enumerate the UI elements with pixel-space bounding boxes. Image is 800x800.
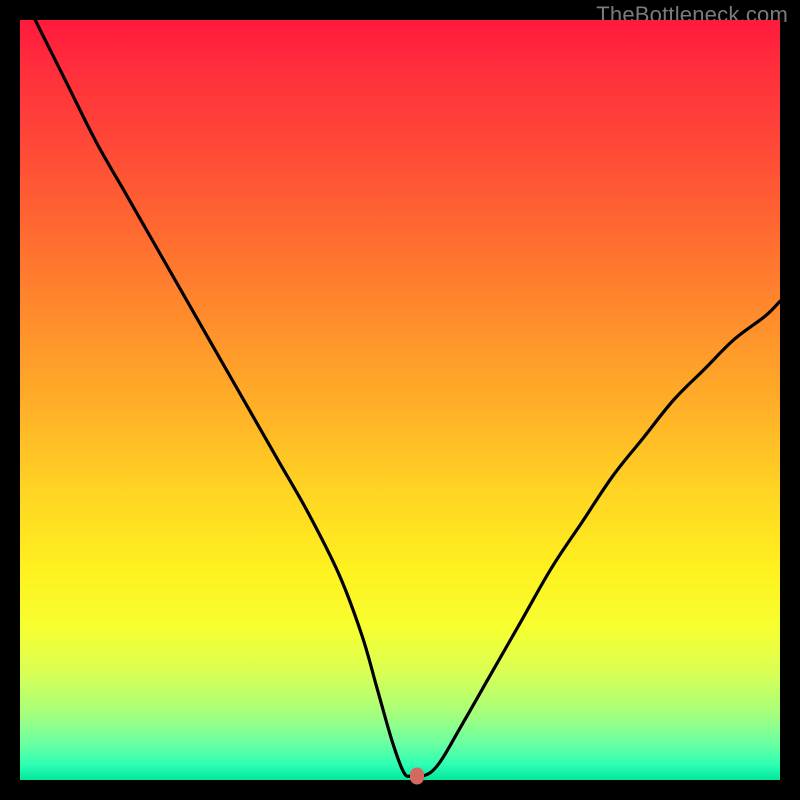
plot-area [20,20,780,780]
minimum-marker [410,768,424,785]
bottleneck-curve [20,20,780,780]
chart-frame: TheBottleneck.com [0,0,800,800]
